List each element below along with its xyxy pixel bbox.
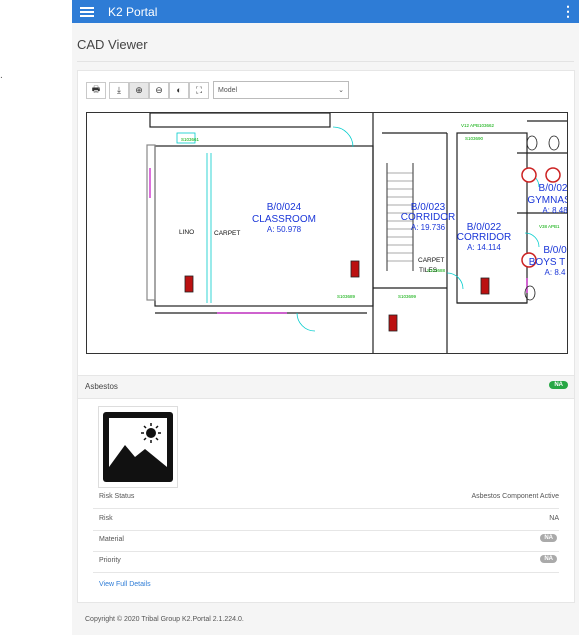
asset-tag-label: S103661 (181, 137, 200, 142)
print-button[interactable]: 🖶 (86, 81, 106, 99)
detail-value: Asbestos Component Active (471, 493, 559, 500)
asbestos-card: Asbestos NA Risk Status Asbestos Compone… (77, 375, 575, 603)
asbestos-title: Asbestos (85, 382, 118, 391)
footer-copyright: Copyright © 2020 Tribal Group K2.Portal … (85, 616, 244, 623)
kebab-menu-icon[interactable]: ⋮ (561, 4, 575, 18)
room-area-label: A: 8.48 (542, 206, 567, 215)
cad-toolbar: 🖶 ⤓ ⊕ ⊖ ◐ ⛶ Model ⌄ (86, 81, 349, 99)
model-select-value: Model (218, 86, 238, 94)
download-button[interactable]: ⤓ (109, 81, 129, 99)
detail-row-priority: Priority NA (93, 551, 559, 573)
room-code-label: B/0/024 (267, 202, 302, 213)
floor-plan: B/0/024 CLASSROOM A: 50.978 B/0/023 CORR… (146, 113, 567, 353)
asbestos-header: Asbestos NA (78, 376, 574, 399)
floor-finish-label: CARPET (214, 230, 240, 237)
room-area-label: A: 8.4 (545, 268, 566, 277)
view-full-details-link[interactable]: View Full Details (99, 581, 151, 588)
cad-drawing-canvas[interactable]: B/0/024 CLASSROOM A: 50.978 B/0/023 CORR… (86, 112, 568, 354)
status-badge: NA (549, 381, 568, 389)
room-name-label: CORRIDOR (457, 232, 511, 243)
room-name-label: GYMNAS (527, 195, 567, 206)
title-divider (77, 61, 574, 62)
hamburger-icon[interactable] (80, 5, 94, 19)
asset-tag-label: V12 APB103662 (461, 123, 495, 128)
download-icon: ⤓ (117, 84, 121, 95)
asbestos-image-placeholder[interactable] (98, 406, 178, 488)
margin-mark: . (0, 70, 3, 81)
chevron-down-icon: ⌄ (338, 87, 344, 94)
asset-tag-label: S103690 (465, 136, 484, 141)
zoom-in-icon: ⊕ (135, 84, 143, 95)
room-name-label: BOYS T (529, 257, 566, 268)
image-icon (103, 412, 173, 482)
top-navbar: K2 Portal ⋮ (72, 0, 579, 23)
main-content: CAD Viewer 🖶 ⤓ ⊕ ⊖ ◐ ⛶ Model ⌄ B/0/024 C… (72, 23, 579, 635)
cad-viewer-card: 🖶 ⤓ ⊕ ⊖ ◐ ⛶ Model ⌄ B/0/024 CLASSROOM A:… (77, 70, 575, 385)
detail-row-risk-status: Risk Status Asbestos Component Active (93, 487, 559, 509)
room-area-label: A: 14.114 (467, 243, 501, 252)
room-area-label: A: 19.736 (411, 223, 446, 232)
fullscreen-icon: ⛶ (195, 84, 203, 95)
model-select[interactable]: Model ⌄ (213, 81, 349, 99)
floor-finish-label: LINO (179, 229, 194, 236)
contrast-icon: ◐ (176, 85, 182, 95)
page-title: CAD Viewer (77, 37, 148, 52)
detail-row-risk: Risk NA (93, 509, 559, 531)
asset-tag-label: S103689 (337, 294, 356, 299)
room-name-label: CORRIDOR (401, 212, 455, 223)
room-code-label: B/0/02 (539, 183, 567, 194)
left-margin: . (0, 0, 72, 635)
app-title[interactable]: K2 Portal (108, 5, 157, 19)
zoom-in-button[interactable]: ⊕ (129, 81, 149, 99)
fullscreen-button[interactable]: ⛶ (189, 81, 209, 99)
zoom-out-icon: ⊖ (155, 84, 163, 95)
detail-label: Priority (99, 557, 121, 564)
status-badge: NA (540, 534, 557, 542)
room-code-label: B/0/0 (543, 245, 567, 256)
zoom-out-button[interactable]: ⊖ (149, 81, 169, 99)
contrast-button[interactable]: ◐ (169, 81, 189, 99)
room-name-label: CLASSROOM (252, 214, 316, 225)
detail-label: Risk (99, 515, 113, 522)
asset-tag-label: S103688 (427, 268, 446, 273)
print-icon: 🖶 (91, 84, 101, 94)
detail-value: NA (549, 515, 559, 522)
asset-tag-label: S103699 (398, 294, 417, 299)
detail-row-material: Material NA (93, 530, 559, 552)
asset-tag-label: V38 APB1 (539, 224, 560, 229)
detail-label: Risk Status (99, 493, 135, 500)
floor-finish-label: CARPET (418, 257, 444, 264)
status-badge: NA (540, 555, 557, 563)
room-area-label: A: 50.978 (267, 225, 302, 234)
detail-label: Material (99, 536, 124, 543)
